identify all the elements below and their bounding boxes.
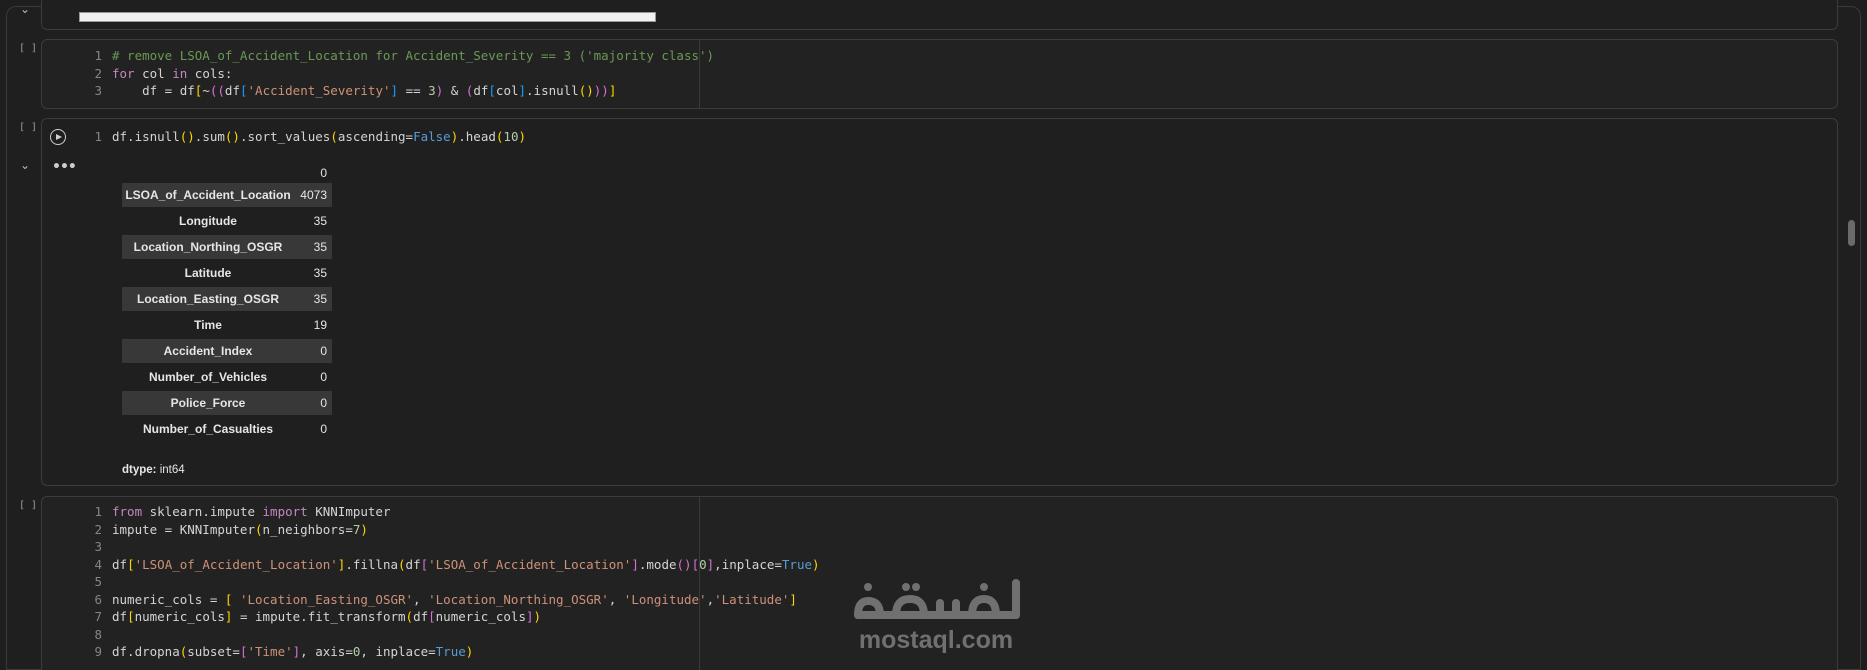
row-label: Accident_Index xyxy=(163,344,253,358)
code-line[interactable]: 2 impute = KNNImputer(n_neighbors=7) xyxy=(42,521,1832,539)
table-row: Longitude 35 xyxy=(122,209,332,233)
line-number: 5 xyxy=(94,574,102,589)
line-number: 9 xyxy=(94,644,102,659)
collapse-chevron-icon[interactable]: ⌄ xyxy=(20,2,30,16)
line-number: 2 xyxy=(94,65,102,81)
dtype-key: dtype: xyxy=(122,464,157,476)
code-text: impute = KNNImputer(n_neighbors=7) xyxy=(112,521,368,537)
line-number: 3 xyxy=(94,83,102,98)
code-text: numeric_cols = [ 'Location_Easting_OSGR'… xyxy=(112,591,797,607)
watermark-arabic-logo xyxy=(854,579,1020,619)
line-number: 6 xyxy=(94,591,102,607)
row-value: 19 xyxy=(313,318,327,332)
table-row: Location_Easting_OSGR 35 xyxy=(122,287,332,311)
line-number: 3 xyxy=(94,539,102,554)
table-row: Number_of_Casualties 0 xyxy=(122,417,332,441)
table-row: Latitude 35 xyxy=(122,261,332,285)
line-number: 1 xyxy=(94,129,102,144)
row-value: 0 xyxy=(320,396,327,410)
code-line[interactable]: 2 for col in cols: xyxy=(42,65,1832,83)
row-label: Time xyxy=(194,318,222,332)
row-value: 0 xyxy=(320,422,327,436)
watermark-latin-text: mostaql.com xyxy=(858,626,1014,654)
notebook-page: ⌄ [ ] 1 # remove LSOA_of_Accident_Locatio… xyxy=(0,0,1867,670)
code-cell-remove-lsoa[interactable]: 1 # remove LSOA_of_Accident_Location for … xyxy=(41,39,1838,109)
line-number: 4 xyxy=(94,556,102,572)
dtype-value: int64 xyxy=(156,464,185,476)
line-number: 1 xyxy=(94,504,102,519)
row-value: 35 xyxy=(313,292,327,306)
row-label: Latitude xyxy=(184,266,232,280)
row-label: Longitude xyxy=(179,214,237,228)
cell-execution-count: [ ] xyxy=(19,43,38,54)
line-number: 7 xyxy=(94,609,102,624)
row-value: 35 xyxy=(313,240,327,254)
cell-execution-count: [ ] xyxy=(19,500,38,511)
row-value: 4073 xyxy=(300,188,327,202)
table-row: Police_Force 0 xyxy=(122,391,332,415)
table-row: Number_of_Vehicles 0 xyxy=(122,365,332,389)
code-text: for col in cols: xyxy=(112,65,233,81)
code-text: df['LSOA_of_Accident_Location'].fillna(d… xyxy=(112,556,820,572)
code-text: df.isnull().sum().sort_values(ascending=… xyxy=(112,129,527,144)
code-text: df = df[~((df['Accident_Severity'] == 3)… xyxy=(112,83,617,98)
collapse-output-chevron-icon[interactable]: ⌄ xyxy=(20,158,30,172)
line-number: 8 xyxy=(94,626,102,642)
row-value: 35 xyxy=(313,266,327,280)
code-line[interactable]: 3 df = df[~((df['Accident_Severity'] == … xyxy=(42,82,1832,100)
vertical-scrollbar[interactable] xyxy=(1848,220,1855,246)
code-text: from sklearn.impute import KNNImputer xyxy=(112,504,391,519)
mostaql-watermark: mostaql.com xyxy=(846,575,1026,655)
row-label: Police_Force xyxy=(170,396,246,410)
row-value: 35 xyxy=(313,214,327,228)
row-label: Number_of_Vehicles xyxy=(148,370,268,384)
row-label: Location_Northing_OSGR xyxy=(133,240,283,254)
output-progress-bar xyxy=(79,12,656,22)
row-value: 0 xyxy=(320,344,327,358)
table-row: LSOA_of_Accident_Location 4073 xyxy=(122,183,332,207)
code-text: df.dropna(subset=['Time'], axis=0, inpla… xyxy=(112,644,474,659)
row-label: Location_Easting_OSGR xyxy=(136,292,280,306)
code-text: df[numeric_cols] = impute.fit_transform(… xyxy=(112,609,542,624)
code-line[interactable]: 1 # remove LSOA_of_Accident_Location for … xyxy=(42,47,1832,65)
line-number: 2 xyxy=(94,521,102,537)
dtype-label: dtype: int64 xyxy=(122,464,185,476)
code-line[interactable]: 4 df['LSOA_of_Accident_Location'].fillna(… xyxy=(42,556,1832,574)
row-value: 0 xyxy=(320,370,327,384)
row-label: LSOA_of_Accident_Location xyxy=(125,188,291,202)
code-line[interactable]: 3 xyxy=(42,538,1832,556)
table-header: 0 xyxy=(122,163,332,183)
code-text: # remove LSOA_of_Accident_Location for A… xyxy=(112,48,715,63)
line-number: 1 xyxy=(94,48,102,63)
code-line[interactable]: 1 from sklearn.impute import KNNImputer xyxy=(42,503,1832,521)
table-row: Location_Northing_OSGR 35 xyxy=(122,235,332,259)
code-line[interactable]: 1 df.isnull().sum().sort_values(ascending… xyxy=(42,128,1832,146)
cell-execution-count: [ ] xyxy=(19,122,38,133)
output-menu-icon[interactable]: ••• xyxy=(52,159,77,175)
column-header: 0 xyxy=(320,166,327,180)
row-label: Number_of_Casualties xyxy=(142,422,274,436)
table-row: Accident_Index 0 xyxy=(122,339,332,363)
table-row: Time 19 xyxy=(122,313,332,337)
code-cell-isnull-sum[interactable]: 1 df.isnull().sum().sort_values(ascending… xyxy=(41,118,1838,486)
